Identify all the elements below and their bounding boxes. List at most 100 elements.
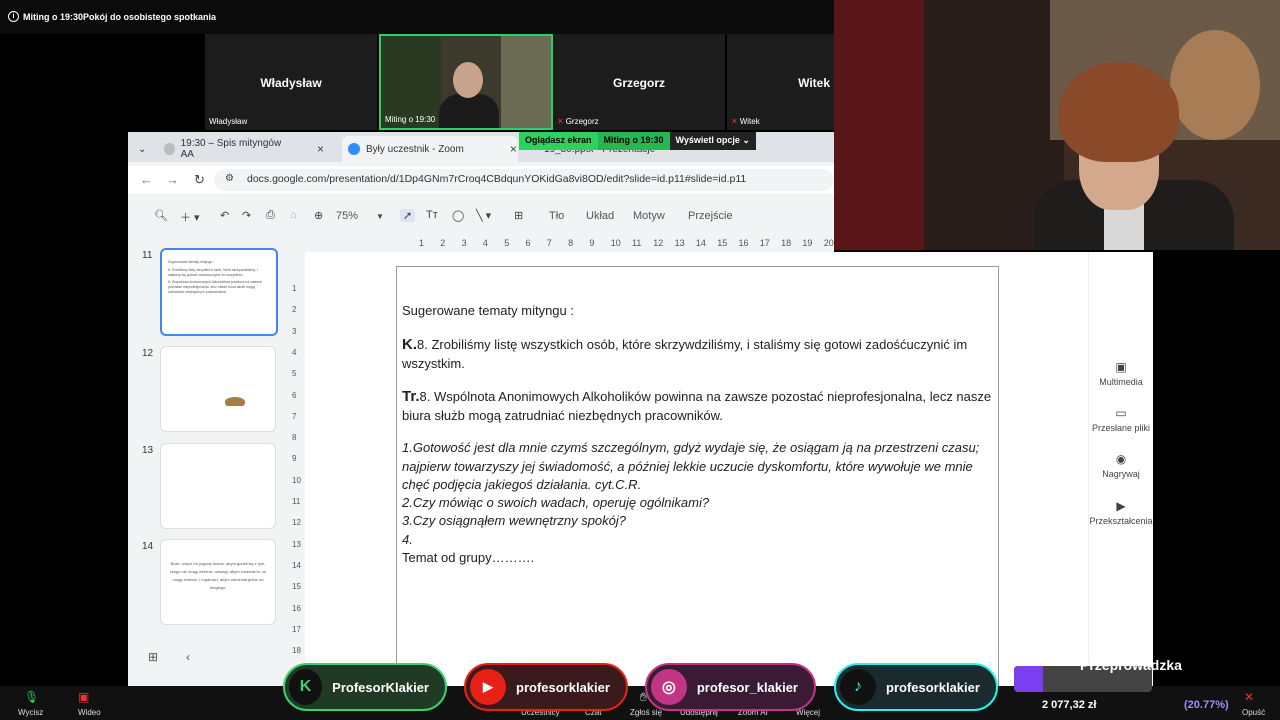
- back-icon[interactable]: ←: [140, 172, 153, 187]
- ruler-tick-label: 9: [292, 454, 297, 464]
- record-button[interactable]: ◉ Nagrywaj: [1089, 452, 1153, 479]
- leave-button-label[interactable]: Opuść: [1242, 708, 1265, 717]
- slide-thumbnail-11[interactable]: Sugerowane tematy mityngu : 8. Zrobiliśm…: [160, 248, 278, 336]
- tab-list-icon[interactable]: ⌄: [138, 136, 146, 162]
- participant-name-large: Witek: [798, 76, 830, 90]
- ruler-tick-label: 17: [759, 238, 770, 248]
- side-label: Przesłane pliki: [1091, 423, 1151, 433]
- video-button-label[interactable]: Wideo: [78, 708, 101, 717]
- slide-heading: Sugerowane tematy mityngu :: [402, 303, 574, 318]
- thumbnail-text: 8. Zrobiliśmy listę wszystkich osób, któ…: [168, 268, 258, 277]
- globe-icon: [164, 143, 175, 155]
- participant-name-label: Miting o 19:30: [385, 115, 436, 124]
- social-handle: profesorklakier: [516, 679, 610, 695]
- select-cursor-icon[interactable]: ➚: [400, 209, 416, 222]
- meeting-info[interactable]: i Miting o 19:30Pokój do osobistego spot…: [8, 11, 216, 22]
- line-icon[interactable]: ╲ ▾: [476, 209, 491, 222]
- participant-body: [439, 94, 499, 128]
- participant-tile-host-video[interactable]: Miting o 19:30: [379, 34, 553, 130]
- layout-button[interactable]: Układ: [586, 210, 614, 222]
- slide-number: 11: [142, 250, 153, 261]
- ruler-tick-label: 11: [292, 497, 301, 506]
- convert-button[interactable]: ▶ Przekształcenia: [1089, 499, 1153, 526]
- browser-tab-2[interactable]: Były uczestnik - Zoom ×: [342, 136, 518, 162]
- media-icon: ▣: [1115, 360, 1127, 374]
- close-icon[interactable]: ×: [510, 142, 517, 156]
- slide-thumbnails-panel: 11 Sugerowane tematy mityngu : 8. Zrobil…: [128, 238, 290, 668]
- goal-progress-fill: [1014, 666, 1043, 692]
- grid-view-icon[interactable]: ⊞: [148, 650, 158, 664]
- webcam-lamp: [1170, 30, 1260, 140]
- zoom-icon[interactable]: ⊕: [314, 209, 323, 222]
- background-button[interactable]: Tło: [549, 210, 564, 222]
- chevron-down-icon[interactable]: ▼: [376, 212, 384, 221]
- ruler-tick-label: 17: [292, 624, 301, 634]
- participant-name-text: Witek: [739, 117, 760, 126]
- transition-button[interactable]: Przejście: [688, 210, 733, 222]
- goal-percent: (20.77%): [1184, 699, 1229, 711]
- ruler-tick-label: 20: [823, 238, 834, 248]
- redo-icon[interactable]: ↷: [242, 209, 251, 222]
- info-icon: i: [8, 11, 19, 22]
- group-topic: Temat od grupy……….: [402, 550, 535, 565]
- reload-icon[interactable]: ↻: [194, 172, 205, 188]
- video-background: [501, 36, 551, 128]
- ruler-tick-label: 9: [589, 238, 595, 248]
- mute-button-label[interactable]: Wycisz: [18, 708, 43, 717]
- site-settings-icon[interactable]: ⚙: [225, 173, 234, 184]
- forward-icon[interactable]: →: [166, 172, 179, 187]
- raise-hand-label[interactable]: Zgłoś się: [630, 708, 662, 717]
- ruler-tick-label: 16: [292, 603, 301, 613]
- comment-icon[interactable]: ⊞: [514, 209, 523, 222]
- zoom-level[interactable]: 75%: [336, 210, 358, 222]
- social-badge-kick: K ProfesorKlakier: [283, 663, 447, 711]
- microphone-icon[interactable]: 🎙︎: [24, 690, 39, 704]
- tab-title: 19:30 – Spis mityngów AA: [180, 138, 282, 160]
- close-icon[interactable]: ×: [317, 142, 324, 156]
- multimedia-button[interactable]: ▣ Multimedia: [1089, 360, 1153, 387]
- undo-icon[interactable]: ↶: [220, 209, 229, 222]
- add-icon[interactable]: ＋ ▾: [180, 209, 200, 225]
- participant-name-label: ✕ Grzegorz: [557, 117, 599, 126]
- slide-number: 14: [142, 541, 154, 552]
- mic-muted-icon: ✕: [731, 117, 738, 126]
- slide-thumbnail-13[interactable]: [160, 443, 276, 529]
- uploaded-files-button[interactable]: ▭ Przesłane pliki: [1089, 406, 1153, 433]
- ruler-tick-label: 6: [292, 390, 297, 400]
- slide-thumbnail-14[interactable]: Boże, użycz mi pogody ducha, abym godził…: [160, 539, 276, 625]
- view-options-label: Wyświetl opcje: [675, 135, 740, 145]
- side-panel: ▣ Multimedia ▭ Przesłane pliki ◉ Nagrywaj ▶…: [1088, 252, 1153, 686]
- slide-thumbnail-12[interactable]: [160, 346, 276, 432]
- tradition-prefix: Tr.: [402, 388, 420, 405]
- participant-name-label: Władysław: [209, 117, 248, 126]
- thumbnail-text: Sugerowane tematy mityngu :: [168, 260, 215, 264]
- side-label: Multimedia: [1099, 377, 1143, 387]
- slide-content[interactable]: Sugerowane tematy mityngu : K.8. Zrobili…: [396, 266, 999, 688]
- shape-icon[interactable]: ◯: [452, 209, 464, 222]
- leave-icon[interactable]: ✕: [1244, 690, 1254, 704]
- youtube-icon: ▶: [470, 669, 506, 705]
- vertical-ruler: 1 2 3 4 5 6 7 8 9 10 11 12 13 14 15 16 17 18: [290, 252, 304, 672]
- ruler-tick-label: 14: [695, 238, 706, 248]
- video-off-icon[interactable]: ▣: [78, 690, 89, 704]
- paint-format-icon[interactable]: ⌂: [290, 209, 297, 221]
- question-1: 1.Gotowość jest dla mnie czymś szczególn…: [402, 440, 980, 492]
- search-menu-icon[interactable]: 🔍︎: [154, 209, 168, 222]
- view-options-button[interactable]: Wyświetl opcje ⌄: [669, 132, 756, 150]
- participant-tile-grzegorz[interactable]: Grzegorz ✕ Grzegorz: [553, 34, 725, 130]
- theme-button[interactable]: Motyw: [633, 210, 665, 222]
- participant-head: [453, 62, 483, 98]
- ruler-tick-label: 15: [292, 582, 301, 592]
- tiktok-icon: ♪: [840, 669, 876, 705]
- participant-tile-wladyslaw[interactable]: Władysław Władysław: [205, 34, 377, 130]
- print-icon[interactable]: ⎙: [266, 209, 275, 222]
- instagram-icon: ◎: [651, 669, 687, 705]
- browser-tab-1[interactable]: 19:30 – Spis mityngów AA ×: [164, 136, 324, 162]
- ruler-tick-label: 7: [292, 411, 297, 421]
- ruler-tick-label: 1: [292, 284, 297, 293]
- collapse-icon[interactable]: ‹: [186, 650, 190, 664]
- ruler-tick-label: 14: [292, 560, 301, 570]
- text-box-icon[interactable]: Tт: [426, 209, 438, 221]
- participant-tile-witek[interactable]: Witek ✕ Witek: [727, 34, 834, 130]
- ruler-tick-label: 8: [292, 433, 297, 443]
